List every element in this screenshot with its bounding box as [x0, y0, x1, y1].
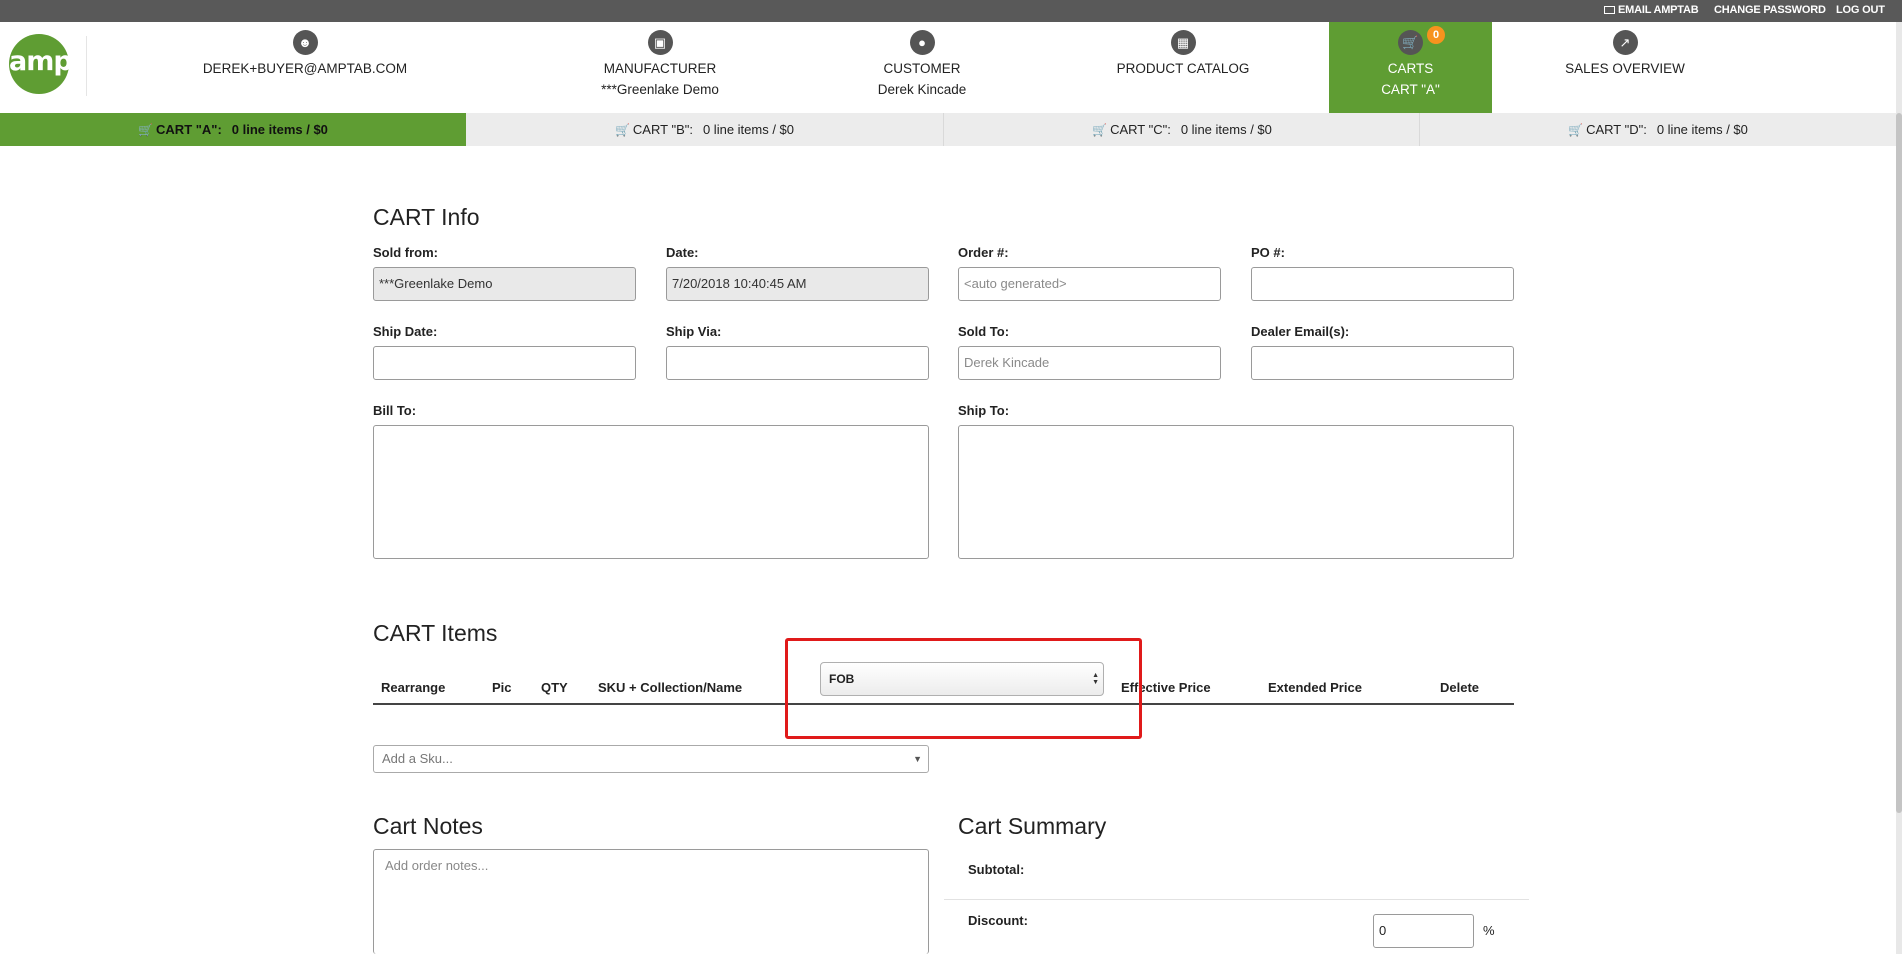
vertical-scrollbar[interactable]: [1896, 22, 1902, 954]
nav-customer-label: CUSTOMER: [883, 61, 961, 76]
nav-user-label: DEREK+BUYER@AMPTAB.COM: [202, 61, 408, 76]
discount-unit: %: [1483, 923, 1495, 938]
ship-date-input[interactable]: [373, 346, 636, 380]
sold-to-label: Sold To:: [958, 324, 1010, 339]
cart-icon: 🛒: [1568, 123, 1584, 137]
top-utility-bar: EMAIL AMPTAB CHANGE PASSWORD LOG OUT: [0, 0, 1902, 22]
nav-divider: [86, 36, 87, 96]
cart-info-title: CART Info: [373, 204, 480, 230]
order-number-input[interactable]: <auto generated>: [958, 267, 1221, 301]
cart-tab-summary: 0 line items / $0: [1180, 122, 1272, 137]
user-icon: ☻: [292, 30, 318, 55]
cart-tab-summary: 0 line items / $0: [231, 122, 328, 137]
ship-to-textarea[interactable]: [958, 425, 1514, 559]
main-nav: amp ☻ DEREK+BUYER@AMPTAB.COM ▣ MANUFACTU…: [0, 22, 1902, 113]
cart-tab-name: CART "C":: [1110, 122, 1171, 137]
discount-input[interactable]: 0: [1373, 914, 1474, 948]
email-amptab-label: EMAIL AMPTAB: [1618, 4, 1699, 16]
nav-manufacturer-value: ***Greenlake Demo: [601, 82, 719, 97]
logo-text: amp: [9, 46, 73, 77]
nav-carts-value: CART "A": [1381, 82, 1440, 97]
col-sku: SKU + Collection/Name: [598, 680, 743, 695]
nav-carts[interactable]: 🛒 0 CARTS CART "A": [1329, 22, 1492, 113]
cart-notes-title: Cart Notes: [373, 813, 483, 839]
cart-tab-name: CART "B":: [632, 122, 693, 137]
add-sku-placeholder: Add a Sku...: [382, 751, 453, 766]
cart-count-badge: 0: [1427, 26, 1445, 44]
order-number-label: Order #:: [958, 245, 1009, 260]
cart-tab-summary: 0 line items / $0: [702, 122, 795, 137]
nav-manufacturer[interactable]: ▣ MANUFACTURER ***Greenlake Demo: [560, 22, 760, 113]
ship-to-label: Ship To:: [958, 403, 1010, 418]
cart-tab-summary: 0 line items / $0: [1656, 122, 1748, 137]
col-qty: QTY: [541, 680, 568, 695]
col-pic: Pic: [492, 680, 512, 695]
nav-sales-overview[interactable]: ↗ SALES OVERVIEW: [1525, 22, 1725, 113]
amp-logo[interactable]: amp: [9, 34, 73, 94]
cart-icon: 🛒: [614, 123, 630, 137]
cart-tab-c[interactable]: 🛒 CART "C": 0 line items / $0: [944, 113, 1420, 146]
chart-icon: ↗: [1612, 30, 1638, 55]
col-rearrange: Rearrange: [381, 680, 446, 695]
cart-tab-name: CART "D":: [1586, 122, 1647, 137]
ship-date-label: Ship Date:: [373, 324, 438, 339]
nav-product-catalog[interactable]: ▦ PRODUCT CATALOG: [1083, 22, 1283, 113]
col-extended-price: Extended Price: [1268, 680, 1362, 695]
highlight-box: [785, 638, 1142, 739]
ship-via-input[interactable]: [666, 346, 929, 380]
ship-via-label: Ship Via:: [666, 324, 722, 339]
scrollbar-thumb[interactable]: [1896, 113, 1902, 813]
nav-user[interactable]: ☻ DEREK+BUYER@AMPTAB.COM: [190, 22, 420, 113]
nav-customer-value: Derek Kincade: [877, 82, 967, 97]
chevron-down-icon: ▼: [913, 754, 922, 764]
bill-to-label: Bill To:: [373, 403, 417, 418]
cart-tab-name: CART "A":: [156, 122, 222, 137]
cart-icon: 🛒: [138, 123, 154, 137]
cart-notes-textarea[interactable]: Add order notes...: [373, 849, 929, 954]
cart-summary-title: Cart Summary: [958, 813, 1107, 839]
change-password-link[interactable]: CHANGE PASSWORD: [1714, 4, 1826, 16]
date-label: Date:: [666, 245, 699, 260]
add-sku-select[interactable]: Add a Sku... ▼: [373, 745, 929, 773]
date-field: 7/20/2018 10:40:45 AM: [666, 267, 929, 301]
bill-to-textarea[interactable]: [373, 425, 929, 559]
dealer-email-label: Dealer Email(s):: [1251, 324, 1350, 339]
cart-tab-a[interactable]: 🛒 CART "A": 0 line items / $0: [0, 113, 466, 146]
nav-carts-label: CARTS: [1387, 61, 1434, 76]
users-icon: ●: [909, 30, 935, 55]
dealer-email-input[interactable]: [1251, 346, 1514, 380]
envelope-icon: [1604, 6, 1615, 14]
summary-divider: [944, 899, 1529, 900]
logout-link[interactable]: LOG OUT: [1836, 4, 1885, 16]
cart-icon: 🛒: [1398, 30, 1423, 55]
sold-from-label: Sold from:: [373, 245, 438, 260]
email-amptab-link[interactable]: EMAIL AMPTAB: [1604, 4, 1699, 16]
nav-catalog-label: PRODUCT CATALOG: [1116, 61, 1250, 76]
sold-to-input[interactable]: Derek Kincade: [958, 346, 1221, 380]
factory-icon: ▣: [647, 30, 673, 55]
grid-icon: ▦: [1170, 30, 1196, 55]
col-delete: Delete: [1440, 680, 1480, 695]
cart-tabs: 🛒 CART "A": 0 line items / $0 🛒 CART "B": 0 …: [0, 113, 1896, 146]
cart-tab-b[interactable]: 🛒 CART "B": 0 line items / $0: [466, 113, 943, 146]
sold-from-field: ***Greenlake Demo: [373, 267, 636, 301]
cart-items-title: CART Items: [373, 620, 498, 646]
nav-customer[interactable]: ● CUSTOMER Derek Kincade: [822, 22, 1022, 113]
nav-sales-label: SALES OVERVIEW: [1565, 61, 1685, 76]
nav-manufacturer-label: MANUFACTURER: [603, 61, 717, 76]
po-number-label: PO #:: [1251, 245, 1285, 260]
po-number-input[interactable]: [1251, 267, 1514, 301]
cart-tab-d[interactable]: 🛒 CART "D": 0 line items / $0: [1420, 113, 1896, 146]
discount-label: Discount:: [968, 913, 1028, 928]
subtotal-label: Subtotal:: [968, 862, 1025, 877]
cart-icon: 🛒: [1092, 123, 1108, 137]
